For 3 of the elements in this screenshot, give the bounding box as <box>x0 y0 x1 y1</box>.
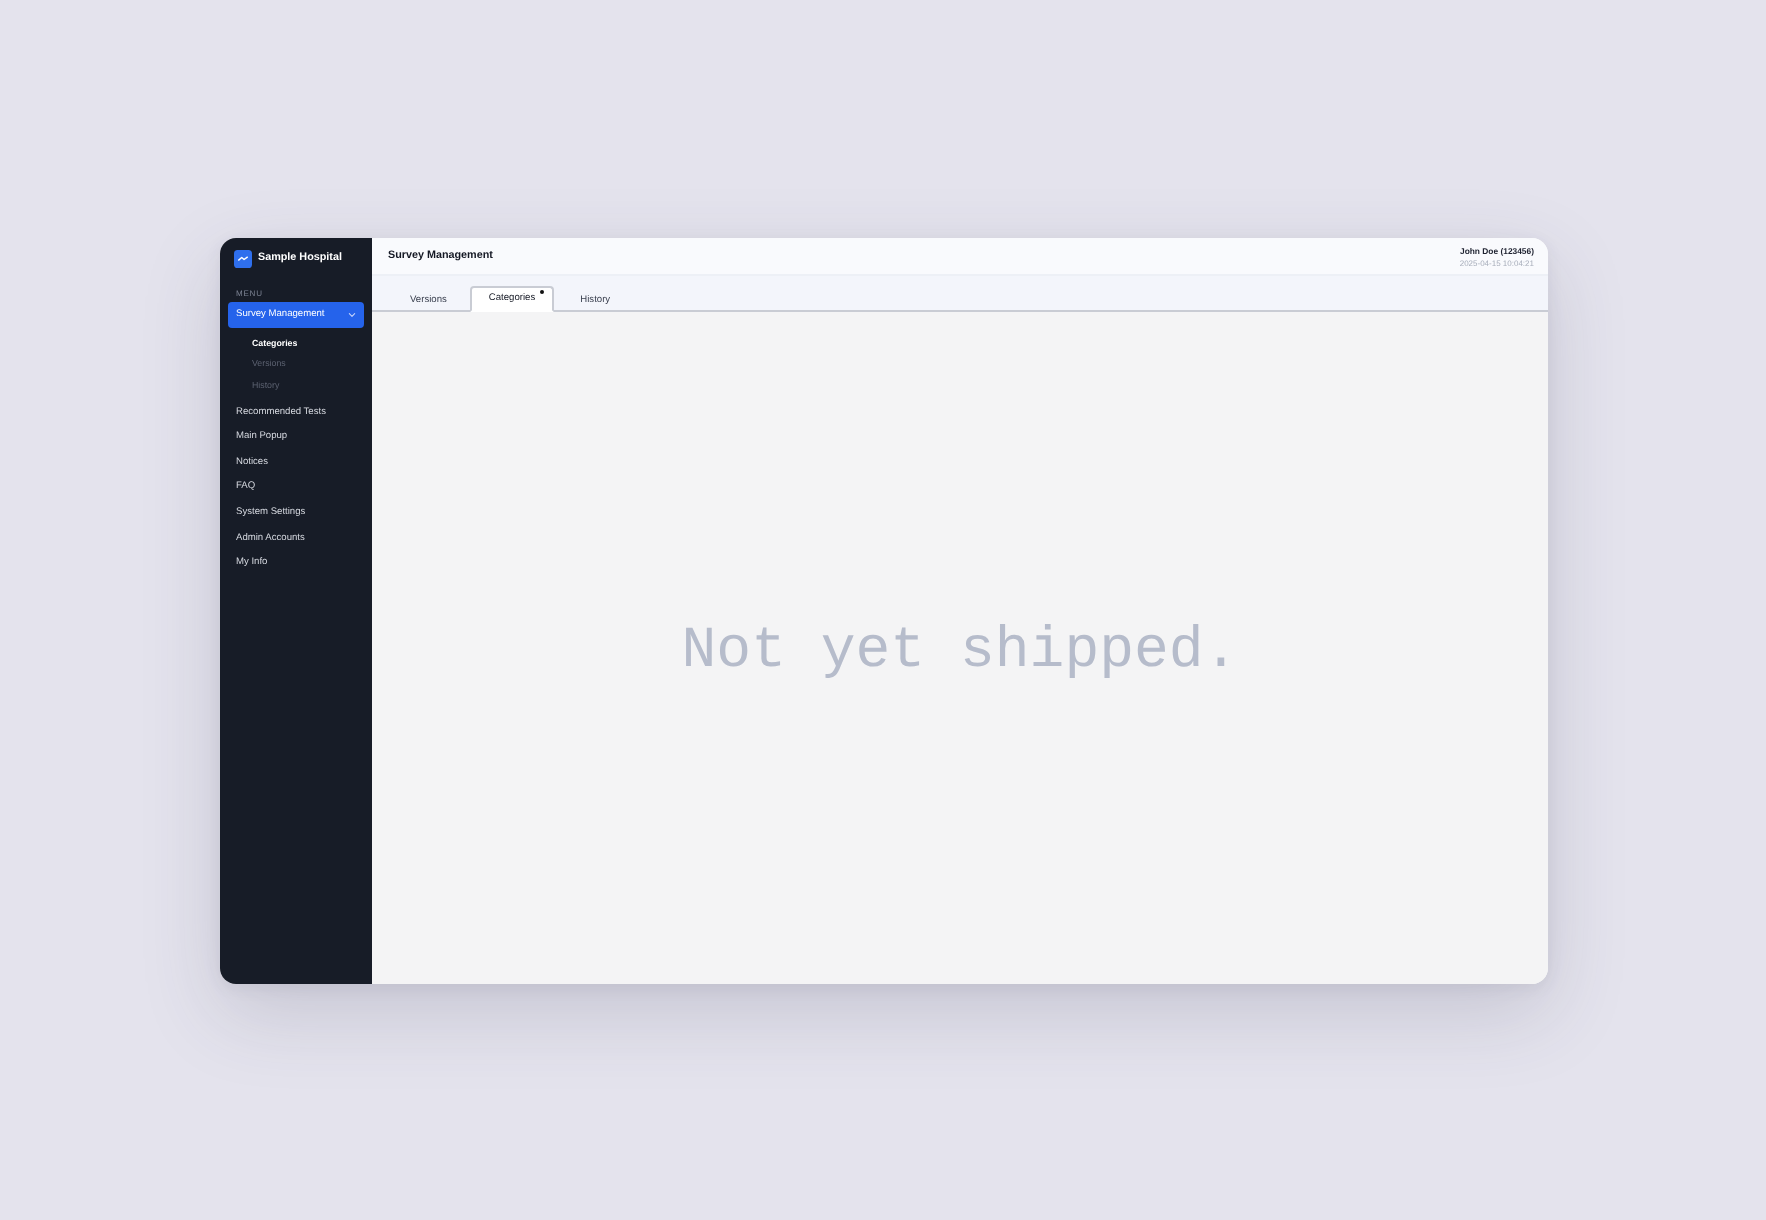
logo-icon <box>234 249 252 267</box>
chevron-down-icon <box>348 312 356 318</box>
placeholder-message: Not yet shipped. <box>681 617 1239 683</box>
